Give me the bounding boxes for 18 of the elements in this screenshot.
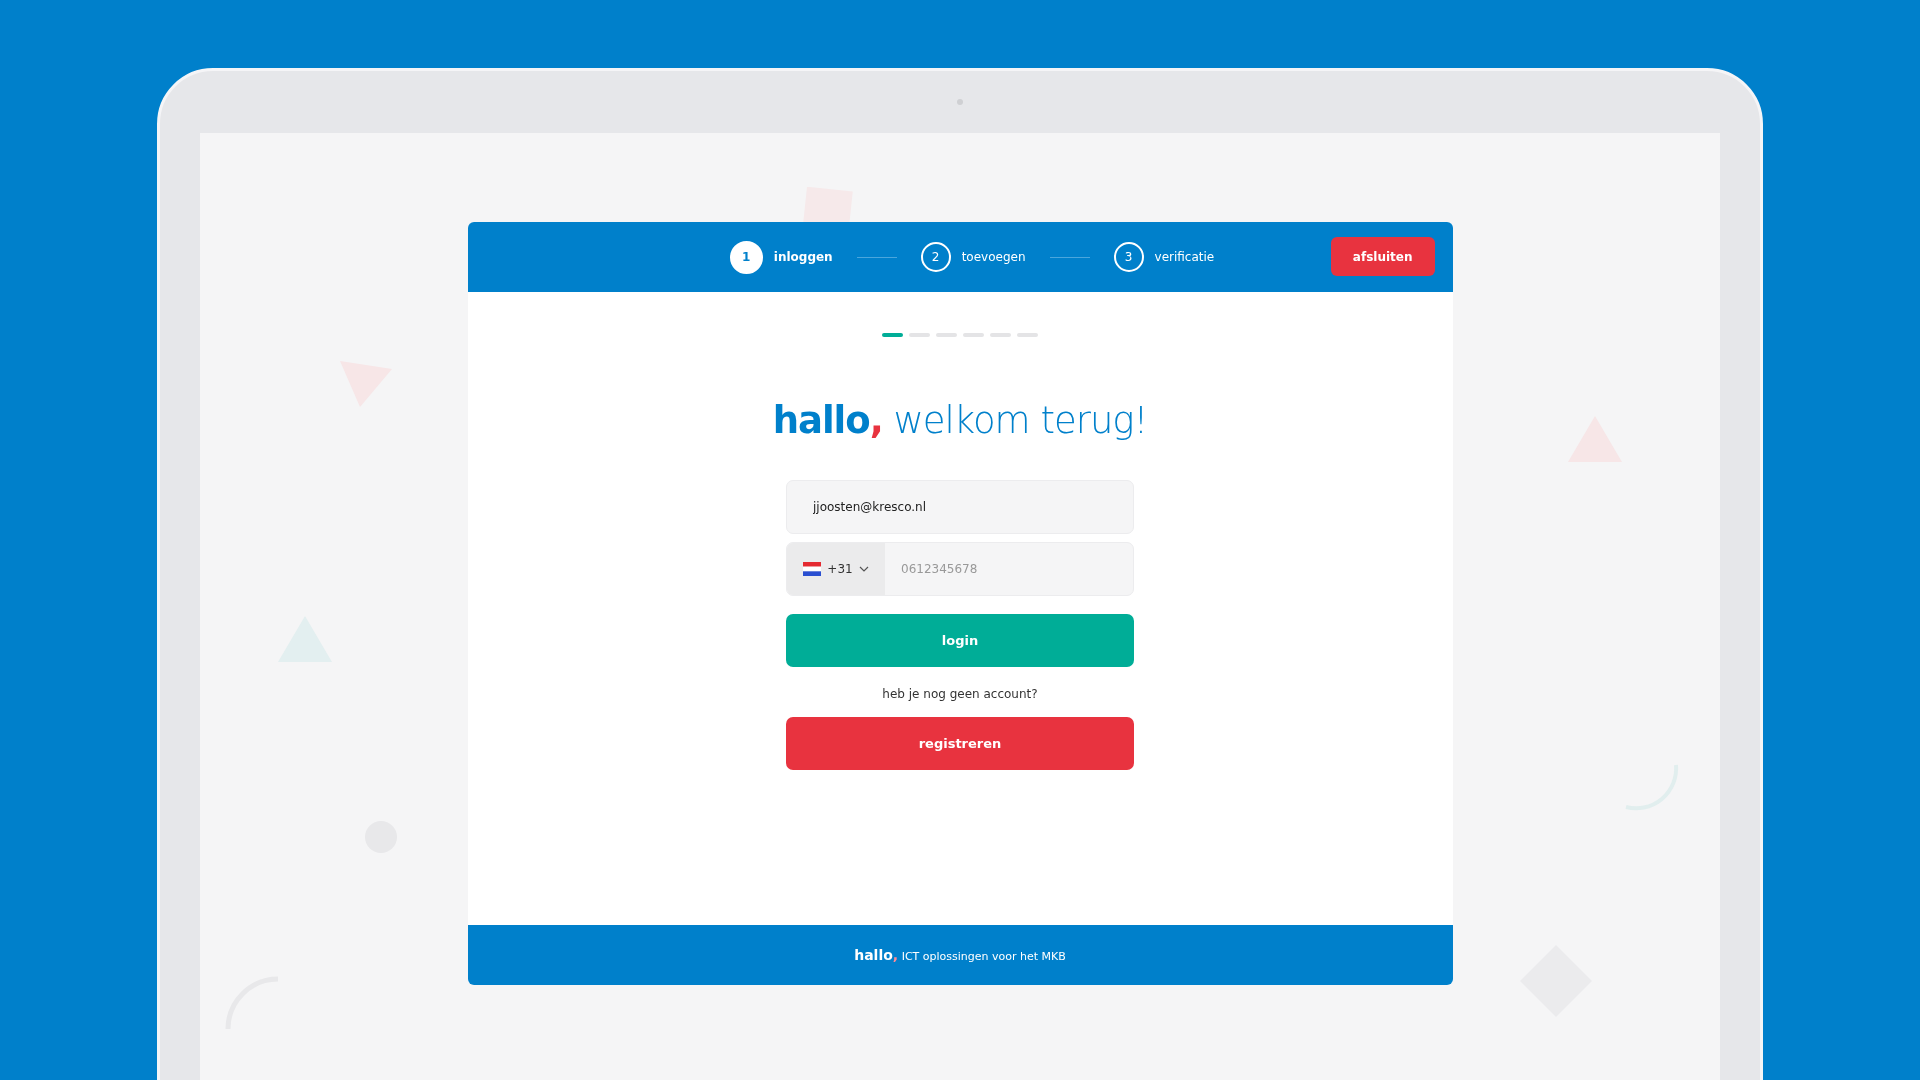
country-select[interactable]: +31 [787, 543, 885, 595]
step-number: 2 [920, 242, 951, 272]
footer-text: hallo, ICT oplossingen voor het MKB [854, 947, 1066, 963]
close-button[interactable]: afsluiten [1330, 237, 1435, 276]
step-number: 1 [729, 240, 763, 274]
step-label: verificatie [1154, 250, 1215, 264]
no-account-text: heb je nog geen account? [882, 687, 1038, 701]
step-number: 3 [1113, 242, 1144, 272]
email-field[interactable]: jjoosten@kresco.nl [786, 480, 1134, 534]
step-connector [856, 256, 897, 258]
flag-icon [803, 562, 822, 576]
step-connector [1049, 256, 1090, 258]
phone-field[interactable]: +31 0612345678 [786, 542, 1134, 596]
register-button[interactable]: registreren [786, 717, 1134, 770]
step-label: inloggen [773, 250, 833, 264]
step-label: toevoegen [961, 250, 1026, 264]
chevron-down-icon [858, 566, 869, 572]
welcome-heading: hallo, welkom terug! [772, 399, 1148, 442]
